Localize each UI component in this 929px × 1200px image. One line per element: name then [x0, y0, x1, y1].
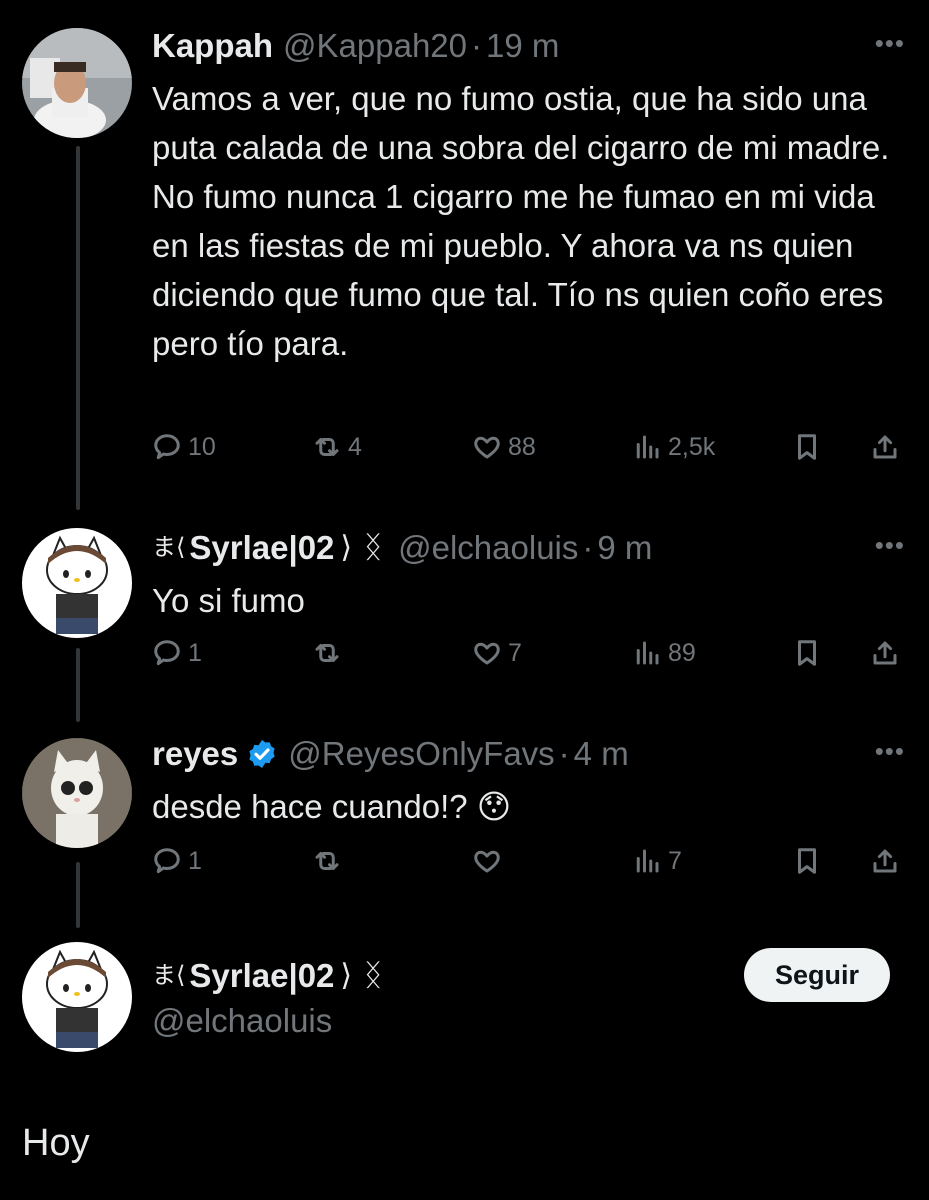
tweet[interactable]: reyes @ReyesOnlyFavs · 4 m ••• desde hac… — [152, 732, 929, 831]
bookmark-button[interactable] — [792, 432, 822, 462]
share-icon — [873, 849, 897, 873]
more-icon[interactable]: ••• — [875, 28, 905, 59]
avatar[interactable] — [22, 28, 132, 138]
timestamp[interactable]: 19 m — [486, 24, 559, 68]
user-handle[interactable]: @elchaoluis — [152, 1002, 332, 1040]
reply-count: 1 — [188, 846, 202, 875]
name-suffix: ⟩ — [340, 531, 353, 564]
tweet-text: Vamos a ver, que no fumo ostia, que ha s… — [152, 80, 890, 362]
tweet[interactable]: Kappah @Kappah20 · 19 m ••• Vamos a ver,… — [152, 24, 929, 368]
user-handle[interactable]: @ReyesOnlyFavs — [288, 732, 554, 776]
display-name[interactable]: Syrlae|02 — [189, 526, 334, 570]
bookmark-button[interactable] — [792, 846, 822, 876]
repost-button[interactable] — [312, 638, 348, 668]
name-prefix: ま⟨ — [152, 962, 186, 989]
reply-icon — [154, 640, 180, 666]
more-icon[interactable]: ••• — [875, 736, 905, 767]
like-button[interactable] — [472, 846, 508, 876]
separator: · — [471, 27, 482, 64]
reply-count: 10 — [188, 432, 216, 461]
name-prefix: ま⟨ — [152, 534, 186, 561]
like-button[interactable]: 7 — [472, 638, 522, 668]
repost-icon — [315, 852, 339, 870]
reply-button[interactable]: 1 — [152, 846, 202, 876]
repost-icon — [315, 644, 339, 662]
reply-button[interactable]: 10 — [152, 432, 216, 462]
share-icon — [873, 641, 897, 665]
avatar[interactable] — [22, 738, 132, 848]
repost-icon — [315, 438, 339, 456]
share-button[interactable] — [870, 638, 900, 668]
more-icon[interactable]: ••• — [875, 530, 905, 561]
views-icon — [636, 849, 659, 873]
user-handle[interactable]: @elchaoluis — [398, 526, 578, 570]
thread-line — [76, 146, 80, 510]
name-suffix: ⟩ — [340, 959, 353, 992]
views-icon — [636, 435, 659, 459]
reply-icon — [154, 434, 180, 460]
reply-button[interactable]: 1 — [152, 638, 202, 668]
views-button[interactable]: 7 — [632, 846, 682, 876]
tweet-text: Yo si fumo — [152, 582, 305, 619]
tweet-header: ま⟨ Syrlae|02 ⟩ ᛝ @elchaoluis · 9 m — [152, 526, 929, 570]
views-count: 7 — [668, 846, 682, 875]
repost-button[interactable] — [312, 846, 348, 876]
repost-count: 4 — [348, 432, 362, 461]
tweet-header: Kappah @Kappah20 · 19 m — [152, 24, 929, 68]
views-icon — [636, 641, 659, 665]
bookmark-icon — [798, 640, 816, 666]
rune-badge-icon: ᛝ — [364, 531, 383, 564]
verified-icon — [249, 740, 275, 768]
follow-button[interactable]: Seguir — [744, 948, 890, 1002]
like-count: 88 — [508, 432, 536, 461]
bookmark-button[interactable] — [792, 638, 822, 668]
share-button[interactable] — [870, 846, 900, 876]
like-icon — [474, 642, 500, 665]
user-handle[interactable]: @Kappah20 — [283, 24, 467, 68]
like-count: 7 — [508, 638, 522, 667]
like-icon — [474, 850, 500, 873]
reply-icon — [154, 848, 180, 874]
bookmark-icon — [798, 434, 816, 460]
rune-badge-icon: ᛝ — [364, 959, 383, 992]
like-button[interactable]: 88 — [472, 432, 536, 462]
share-icon — [873, 435, 897, 459]
tweet-text: Hoy — [22, 1122, 90, 1164]
tweet[interactable]: ま⟨ Syrlae|02 ⟩ ᛝ @elchaoluis · 9 m ••• Y… — [152, 526, 929, 625]
timestamp[interactable]: 4 m — [574, 732, 629, 776]
author-name-row: ま⟨ Syrlae|02 ⟩ ᛝ — [152, 954, 388, 998]
action-bar: 1 7 — [152, 846, 912, 886]
views-count: 2,5k — [668, 432, 716, 461]
reply-count: 1 — [188, 638, 202, 667]
views-button[interactable]: 2,5k — [632, 432, 715, 462]
avatar[interactable] — [22, 528, 132, 638]
share-button[interactable] — [870, 432, 900, 462]
avatar[interactable] — [22, 942, 132, 1052]
thread-line — [76, 648, 80, 722]
repost-button[interactable]: 4 — [312, 432, 362, 462]
thread-line — [76, 862, 80, 928]
display-name[interactable]: Kappah — [152, 24, 273, 68]
separator: · — [582, 529, 594, 566]
bookmark-icon — [798, 848, 816, 874]
tweet-text: desde hace cuando!? 😯 — [152, 788, 512, 825]
tweet-header: reyes @ReyesOnlyFavs · 4 m — [152, 732, 929, 776]
action-bar: 1 7 89 — [152, 638, 912, 678]
separator: · — [558, 735, 570, 772]
like-icon — [474, 436, 500, 459]
views-count: 89 — [668, 638, 696, 667]
action-bar: 10 4 88 2,5k — [152, 432, 912, 472]
views-button[interactable]: 89 — [632, 638, 696, 668]
display-name[interactable]: reyes — [152, 732, 238, 776]
timestamp[interactable]: 9 m — [597, 526, 652, 570]
display-name[interactable]: Syrlae|02 — [189, 954, 334, 998]
